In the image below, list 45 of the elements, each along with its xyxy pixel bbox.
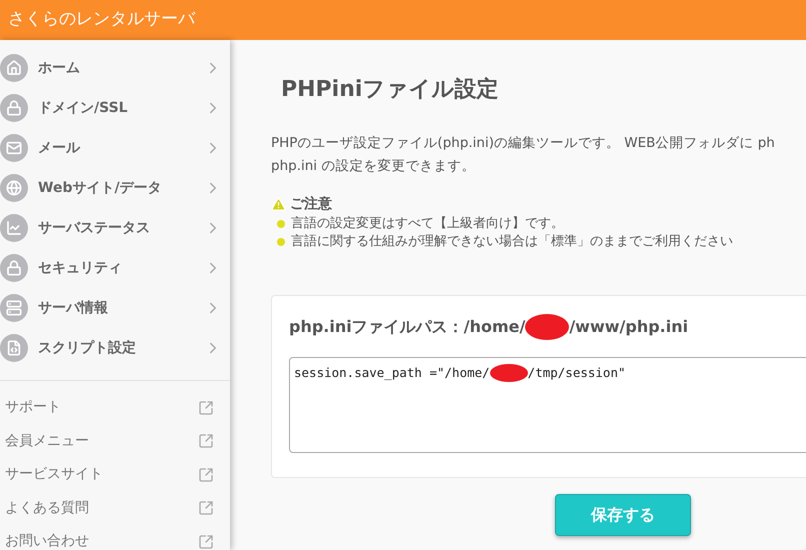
sidebar-item[interactable]: ホーム [0, 48, 230, 88]
external-link-icon [198, 500, 214, 516]
link-label: お問い合わせ [5, 532, 90, 550]
redaction-mark [525, 314, 570, 340]
sidebar-item[interactable]: セキュリティ [0, 248, 230, 288]
sidebar-label: ドメイン/SSL [38, 98, 129, 118]
site-title: さくらのレンタルサーバ [8, 8, 195, 32]
code-editor-field[interactable]: session.save_path ="/home/ /tmp/session" [289, 357, 806, 453]
sidebar-label: メール [38, 138, 82, 158]
link-label: よくある質問 [5, 498, 90, 518]
sidebar-item[interactable]: ドメイン/SSL [0, 88, 230, 128]
external-link-icon [198, 466, 214, 483]
bullet-icon [277, 220, 285, 228]
sidebar-link[interactable]: サポート [0, 391, 230, 424]
sidebar-item[interactable]: Webサイト/データ [0, 168, 230, 208]
sidebar-link[interactable]: サービスサイト [0, 458, 230, 492]
sidebar-item[interactable]: サーバ情報 [0, 288, 230, 328]
external-link-icon [198, 400, 214, 416]
sidebar-link[interactable]: 会員メニュー [0, 424, 230, 458]
link-label: サービスサイト [5, 465, 104, 484]
external-link-icon [198, 433, 214, 450]
sidebar-label: セキュリティ [38, 258, 123, 278]
description-text: php.ini の設定を変更できます。 [271, 157, 476, 176]
description-text: PHPのユーザ設定ファイル(php.ini)の編集ツールです。 WEB公開フォルダに ph [271, 134, 775, 153]
notice-text: 言語の設定変更はすべて【上級者向け】です。 [291, 215, 564, 233]
redaction-mark [490, 364, 528, 382]
notice-title: ご注意 [290, 194, 332, 214]
sidebar-link[interactable]: お問い合わせ [0, 525, 230, 550]
sidebar-label: サーバ情報 [38, 298, 109, 318]
page-title: PHPiniファイル設定 [281, 76, 500, 104]
warning-icon [271, 197, 286, 212]
notice-text: 言語に関する仕組みが理解できない場合は「標準」のままでご利用ください [291, 233, 733, 251]
sidebar-link[interactable]: よくある質問 [0, 492, 230, 525]
file-path-heading: php.iniファイルパス：/home/ /www/php.ini [289, 314, 806, 340]
sidebar-item[interactable]: サーバステータス [0, 208, 230, 248]
sidebar-label: Webサイト/データ [38, 178, 163, 198]
link-label: サポート [5, 398, 62, 418]
link-label: 会員メニュー [5, 432, 90, 451]
sidebar-item[interactable]: メール [0, 128, 230, 168]
bullet-icon [277, 238, 285, 246]
sidebar-item[interactable]: スクリプト設定 [0, 328, 230, 368]
sidebar-label: ホーム [38, 58, 81, 78]
sidebar-label: サーバステータス [38, 218, 151, 238]
external-link-icon [198, 534, 214, 550]
sidebar-label: スクリプト設定 [38, 338, 137, 358]
